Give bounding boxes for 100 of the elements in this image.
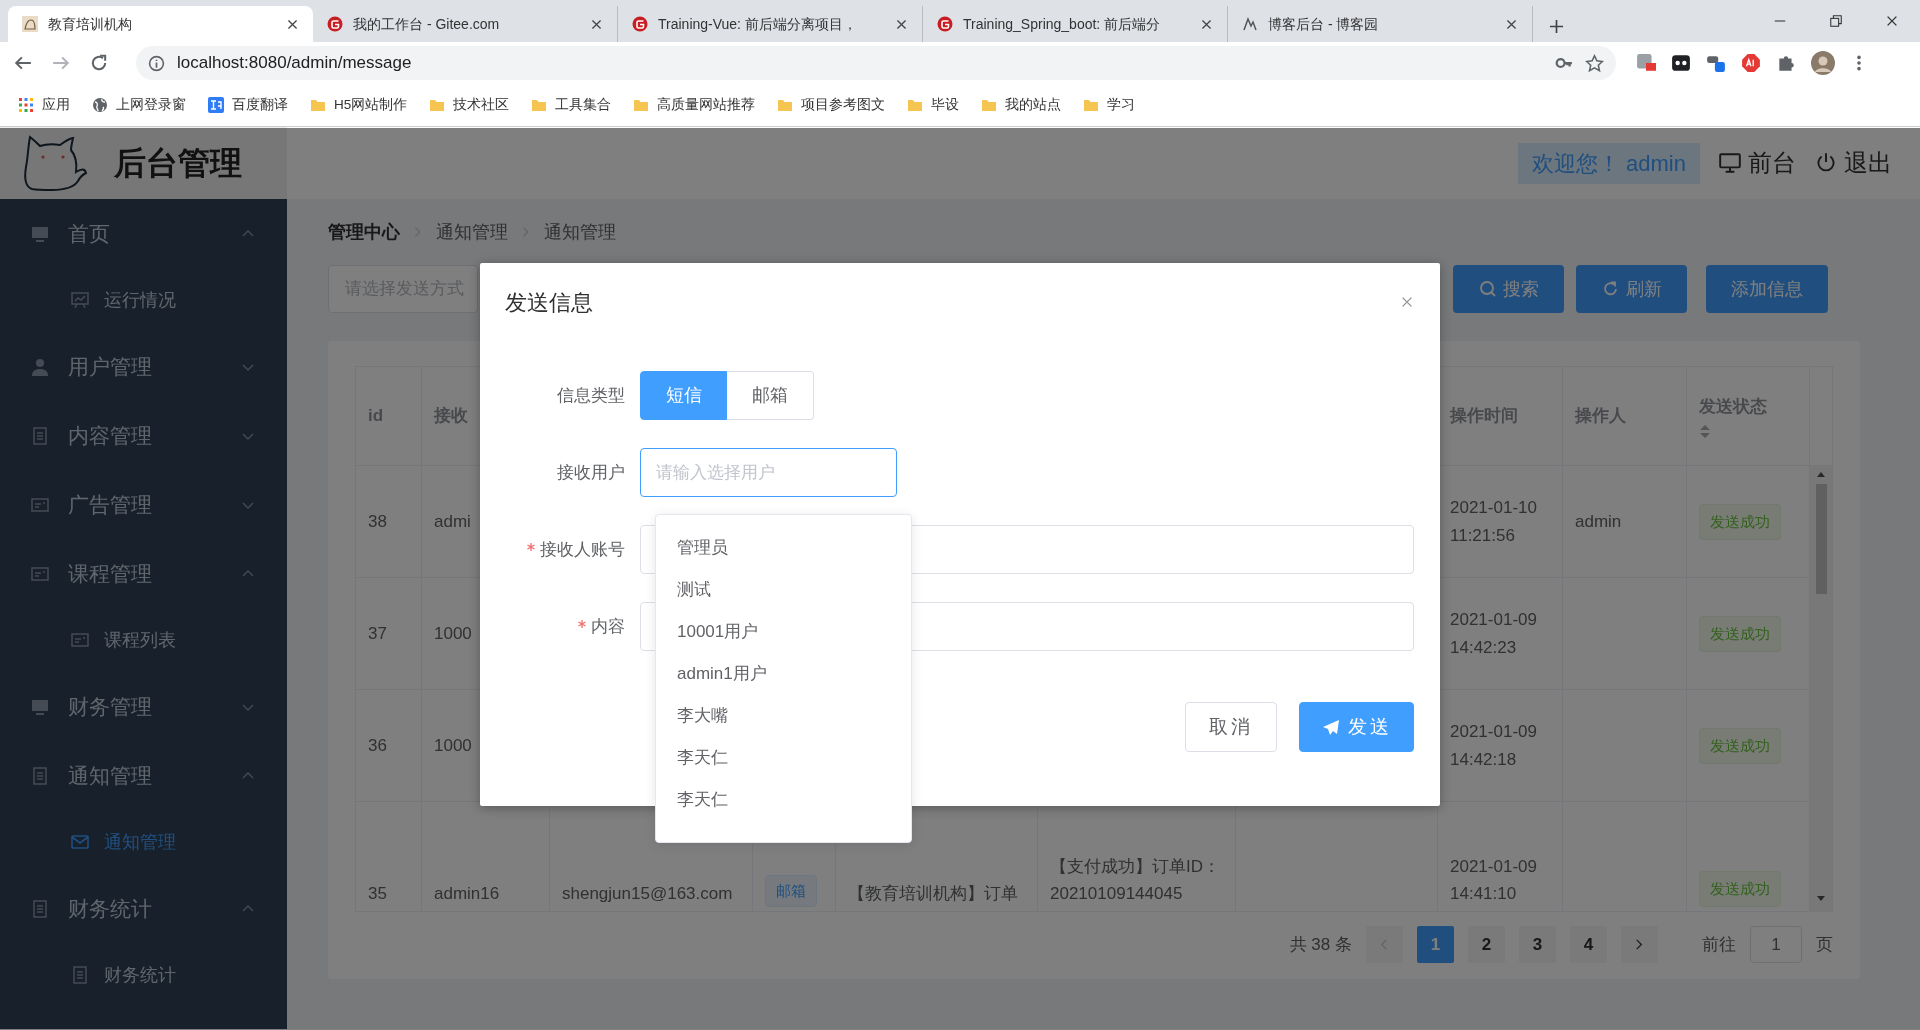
restore-icon (1829, 14, 1843, 28)
sidebar-item[interactable]: 内容管理 (0, 401, 287, 470)
puzzle-icon[interactable] (1776, 53, 1796, 73)
forward-icon (52, 54, 70, 72)
breadcrumb-item[interactable]: 通知管理 (436, 218, 508, 246)
sidebar-subitem[interactable]: 运行情况 (0, 268, 287, 332)
close-icon[interactable] (1200, 17, 1213, 31)
browser-tab[interactable]: 博客后台 - 博客园 (1228, 6, 1533, 42)
back-icon (14, 54, 32, 72)
close-icon[interactable] (895, 17, 908, 31)
breadcrumb-item[interactable]: 管理中心 (328, 218, 400, 246)
scroll-up-icon[interactable] (1816, 471, 1826, 478)
sidebar-item[interactable]: 财务统计 (0, 874, 287, 943)
sidebar-item[interactable]: 首页 (0, 199, 287, 268)
bookmark-item[interactable]: 应用 (18, 94, 70, 116)
page-button[interactable]: 3 (1519, 926, 1556, 963)
logo-icon (327, 16, 343, 32)
back-button[interactable] (14, 54, 32, 72)
sidebar-item[interactable]: 用户管理 (0, 332, 287, 401)
logo-icon (937, 16, 953, 32)
dialog-title: 发送信息 (505, 288, 593, 317)
status-tag: 发送成功 (1699, 615, 1781, 652)
folder-icon (981, 97, 998, 113)
browser-tab[interactable]: 教育培训机构 (8, 6, 313, 42)
chart-icon (70, 290, 90, 310)
status-tag: 发送成功 (1699, 871, 1781, 907)
globe-icon (92, 97, 108, 113)
bookmark-item[interactable]: 毕设 (907, 94, 960, 116)
folder-icon (310, 97, 326, 113)
folder-icon (429, 97, 446, 113)
scrollbar-thumb[interactable] (1815, 484, 1827, 594)
bookmark-item[interactable]: 高质量网站推荐 (633, 94, 756, 116)
sidebar-item[interactable]: 广告管理 (0, 470, 287, 539)
extension-icon[interactable] (1671, 53, 1691, 73)
envelope-icon (70, 832, 90, 852)
segment-option[interactable]: 邮箱 (727, 371, 814, 420)
dropdown-option[interactable]: 管理员 (656, 527, 911, 569)
close-icon (1400, 295, 1414, 309)
header-link[interactable]: 退出 (1814, 145, 1892, 181)
sidebar-item[interactable]: 课程管理 (0, 539, 287, 608)
required-icon (578, 619, 586, 628)
bookmark-item[interactable]: 技术社区 (429, 94, 510, 116)
bookmark-item[interactable]: H5网站制作 (310, 94, 408, 116)
segment-option[interactable]: 短信 (640, 371, 727, 420)
browser-tab[interactable]: 我的工作台 - Gitee.com (313, 6, 618, 42)
scrollbar[interactable] (1810, 466, 1833, 912)
paper-plane-icon (1321, 718, 1340, 736)
avatar-icon[interactable] (1811, 51, 1835, 75)
search-icon (1478, 280, 1497, 298)
header-link[interactable]: 前台 (1718, 145, 1796, 181)
goto-label: 前往 (1702, 933, 1736, 956)
info-icon (148, 54, 165, 72)
new-tab-button[interactable] (1549, 19, 1564, 34)
close-icon[interactable] (286, 17, 299, 31)
sidebar-subitem[interactable]: 财务统计 (0, 943, 287, 1007)
close-icon[interactable] (1505, 17, 1518, 31)
dropdown-option[interactable]: 测试 (656, 569, 911, 611)
dropdown-option[interactable]: 李天仁 (656, 737, 911, 779)
sidebar-item[interactable]: 通知管理 (0, 741, 287, 810)
dropdown-option[interactable]: 10001用户 (656, 611, 911, 653)
page-button[interactable]: 4 (1570, 926, 1607, 963)
close-icon[interactable] (590, 17, 603, 31)
page-number-field[interactable]: 1 (1750, 926, 1802, 963)
folder-icon (531, 97, 548, 113)
field-label: 接收用户 (556, 461, 626, 484)
cancel-button[interactable]: 取消 (1185, 702, 1277, 752)
browser-tab[interactable]: Training_Spring_boot: 前后端分 (923, 6, 1228, 42)
bookmark-item[interactable]: 学习 (1083, 94, 1136, 116)
close-button[interactable] (1400, 295, 1414, 309)
star-icon[interactable] (1585, 53, 1604, 73)
sidebar-subitem[interactable]: 课程列表 (0, 608, 287, 672)
sidebar-item[interactable]: 财务管理 (0, 672, 287, 741)
folder-icon (633, 97, 650, 113)
bookmark-item[interactable]: 上网登录窗 (92, 94, 186, 116)
address-bar[interactable]: localhost:8080/admin/message (136, 46, 1616, 80)
person-icon (30, 356, 50, 377)
extension-icon[interactable] (1706, 53, 1726, 73)
folder-icon (777, 97, 794, 113)
document-icon (30, 898, 50, 919)
document-icon (30, 425, 50, 446)
bookmark-item[interactable]: 我的站点 (981, 94, 1062, 116)
table-cell: admin (1563, 466, 1687, 578)
dropdown-option[interactable]: admin1用户 (656, 653, 911, 695)
bookmark-item[interactable]: 工具集合 (531, 94, 612, 116)
input-field[interactable]: 请输入选择用户 (640, 448, 897, 497)
bookmark-item[interactable]: 项目参考图文 (777, 94, 886, 116)
page-button[interactable]: 2 (1468, 926, 1505, 963)
breadcrumb-item[interactable]: 通知管理 (544, 218, 616, 246)
folder-icon (1083, 97, 1100, 113)
browser-tab[interactable]: Training-Vue: 前后端分离项目， (618, 6, 923, 42)
logo-icon (1242, 16, 1258, 32)
type-tag: 邮箱 (765, 875, 817, 907)
page-suffix: 页 (1816, 933, 1833, 956)
table-cell: 38 (355, 466, 422, 578)
dropdown-option[interactable]: 李大嘴 (656, 695, 911, 737)
bookmark-item[interactable]: 百度翻译 (208, 94, 288, 116)
send-button[interactable]: 发送 (1299, 702, 1414, 752)
scroll-down-icon[interactable] (1816, 895, 1826, 902)
reload-button[interactable] (90, 54, 108, 72)
status-tag: 发送成功 (1699, 503, 1781, 540)
